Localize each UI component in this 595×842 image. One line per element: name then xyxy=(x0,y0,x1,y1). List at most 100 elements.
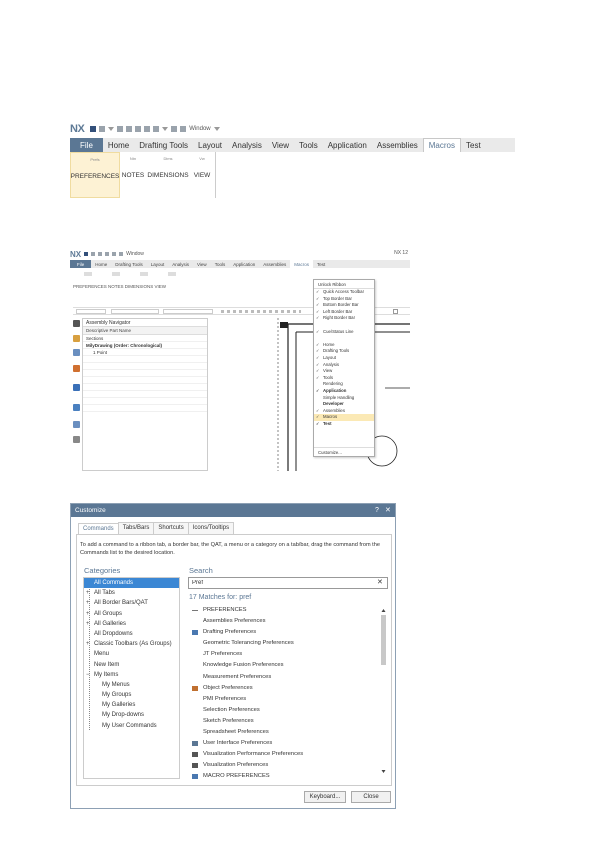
tab-test[interactable]: Test xyxy=(313,260,329,268)
history-icon[interactable] xyxy=(73,404,80,411)
tab-drafting-tools[interactable]: Drafting Tools xyxy=(134,138,193,152)
save-icon[interactable] xyxy=(90,126,97,132)
context-menu-item[interactable]: Cue/Status Line xyxy=(314,329,374,336)
tab-view[interactable]: View xyxy=(267,138,294,152)
tab-test[interactable]: Test xyxy=(461,138,486,152)
process-studio-icon[interactable] xyxy=(73,421,80,428)
tab-layout[interactable]: Layout xyxy=(147,260,169,268)
command-result-item[interactable]: Visualization Performance Preferences xyxy=(188,749,388,760)
category-item[interactable]: − My Items xyxy=(84,670,179,680)
context-menu-item[interactable]: Bottom Border Bar xyxy=(314,302,374,309)
expander-icon[interactable]: + xyxy=(86,639,90,649)
copy-icon[interactable] xyxy=(135,126,142,132)
command-result-item[interactable]: Selection Preferences xyxy=(188,705,388,716)
save-icon[interactable] xyxy=(84,252,89,256)
window-icon[interactable] xyxy=(180,126,187,132)
category-item[interactable]: Menu xyxy=(84,649,179,659)
category-item[interactable]: + All Border Bars/QAT xyxy=(84,598,179,608)
category-item[interactable]: My User Commands xyxy=(84,721,179,731)
roles-icon[interactable] xyxy=(73,436,80,443)
undo-icon[interactable] xyxy=(99,126,106,132)
tab-application[interactable]: Application xyxy=(323,138,372,152)
category-item[interactable]: My Groups xyxy=(84,690,179,700)
tab-analysis[interactable]: Analysis xyxy=(227,138,267,152)
command-result-item[interactable]: Knowledge Fusion Preferences xyxy=(188,660,388,671)
web-browser-icon[interactable] xyxy=(73,384,80,391)
category-item[interactable]: + All Groups xyxy=(84,609,179,619)
command-result-item[interactable]: JT Preferences xyxy=(188,649,388,660)
tab-home[interactable]: Home xyxy=(103,138,134,152)
tab-assemblies[interactable]: Assemblies xyxy=(372,138,423,152)
expander-icon[interactable]: + xyxy=(86,598,90,608)
tab-assemblies[interactable]: Assemblies xyxy=(259,260,290,268)
undo-dropdown-icon[interactable] xyxy=(108,127,115,131)
qat-customize-icon[interactable] xyxy=(213,127,220,131)
category-item[interactable]: + All Galleries xyxy=(84,619,179,629)
window-menu-label-small[interactable]: Window xyxy=(126,251,144,257)
scrollbar-thumb[interactable] xyxy=(381,615,386,665)
context-menu-item[interactable]: Assemblies xyxy=(314,408,374,415)
notes-button[interactable]: Ntn NOTES xyxy=(120,152,146,198)
command-result-item[interactable]: PMI Preferences xyxy=(188,694,388,705)
command-result-item[interactable]: MACRO PREFERENCES xyxy=(188,771,388,779)
category-item[interactable]: + Classic Toolbars (As Groups) xyxy=(84,639,179,649)
navigator-row[interactable]: Sections xyxy=(83,335,207,342)
context-menu-item[interactable]: Home xyxy=(314,342,374,349)
cut-icon[interactable] xyxy=(126,126,133,132)
context-menu-item[interactable]: Left Border Bar xyxy=(314,309,374,316)
tab-tools[interactable]: Tools xyxy=(211,260,230,268)
tab-tabs-bars[interactable]: Tabs/Bars xyxy=(117,522,155,534)
type-filter-dropdown[interactable] xyxy=(76,309,106,314)
close-icon[interactable]: ✕ xyxy=(385,504,391,517)
tab-layout[interactable]: Layout xyxy=(193,138,227,152)
command-result-item[interactable]: PREFERENCES xyxy=(188,605,388,616)
tab-application[interactable]: Application xyxy=(229,260,259,268)
category-item[interactable]: My Menus xyxy=(84,680,179,690)
tab-macros[interactable]: Macros xyxy=(422,138,461,152)
context-menu-item[interactable]: Drafting Tools xyxy=(314,348,374,355)
expander-icon[interactable]: + xyxy=(86,619,90,629)
unlock-ribbon-item[interactable]: Unlock Ribbon xyxy=(314,280,374,289)
part-navigator-icon[interactable] xyxy=(73,335,80,342)
assembly-navigator-icon[interactable] xyxy=(73,349,80,356)
copy-icon[interactable] xyxy=(105,252,110,256)
customize-menu-item[interactable]: Customize... xyxy=(314,447,374,456)
command-result-item[interactable]: Geometric Tolerancing Preferences xyxy=(188,638,388,649)
keyboard-button[interactable]: Keyboard... xyxy=(304,791,346,803)
command-result-item[interactable]: Drafting Preferences xyxy=(188,627,388,638)
tab-drafting-tools[interactable]: Drafting Tools xyxy=(111,260,146,268)
paste-icon[interactable] xyxy=(112,252,117,256)
context-menu-item[interactable] xyxy=(314,335,374,342)
touch-mode-icon[interactable] xyxy=(171,126,178,132)
context-menu-item[interactable]: Test xyxy=(314,421,374,428)
notes-icon[interactable] xyxy=(112,272,120,276)
view-button[interactable]: Vw VIEW xyxy=(190,152,214,198)
preferences-button[interactable]: Prefs PREFERENCES xyxy=(70,152,120,198)
category-item[interactable]: + All Tabs xyxy=(84,588,179,598)
paste-icon[interactable] xyxy=(144,126,151,132)
command-result-item[interactable]: Assemblies Preferences xyxy=(188,616,388,627)
category-item[interactable]: All Dropdowns xyxy=(84,629,179,639)
window-menu-label[interactable]: Window xyxy=(189,126,210,132)
expander-icon[interactable]: + xyxy=(86,609,90,619)
navigator-column-header[interactable]: Descriptive Part Name xyxy=(83,327,207,335)
context-menu-item[interactable]: Right Border Bar xyxy=(314,315,374,322)
clear-search-icon[interactable]: ✕ xyxy=(377,578,383,586)
context-menu-item[interactable]: Macros xyxy=(314,414,374,421)
expander-icon[interactable]: − xyxy=(86,670,90,680)
command-dropdown-icon[interactable] xyxy=(162,127,169,131)
tab-file[interactable]: File xyxy=(70,138,103,152)
category-item[interactable]: My Drop-downs xyxy=(84,710,179,720)
context-menu-item[interactable]: Tools xyxy=(314,375,374,382)
undo-icon[interactable] xyxy=(91,252,96,256)
dimensions-button[interactable]: Dims DIMENSIONS xyxy=(146,152,190,198)
tab-view[interactable]: View xyxy=(193,260,211,268)
context-menu-item[interactable]: Quick Access Toolbar xyxy=(314,289,374,296)
navigator-icon[interactable] xyxy=(73,320,80,327)
tab-tools[interactable]: Tools xyxy=(294,138,323,152)
context-menu-item[interactable]: Layout xyxy=(314,355,374,362)
tab-macros[interactable]: Macros xyxy=(290,260,313,268)
preferences-icon[interactable] xyxy=(84,272,92,276)
drawing-canvas[interactable] xyxy=(210,318,410,471)
context-menu-item[interactable]: Analysis xyxy=(314,362,374,369)
